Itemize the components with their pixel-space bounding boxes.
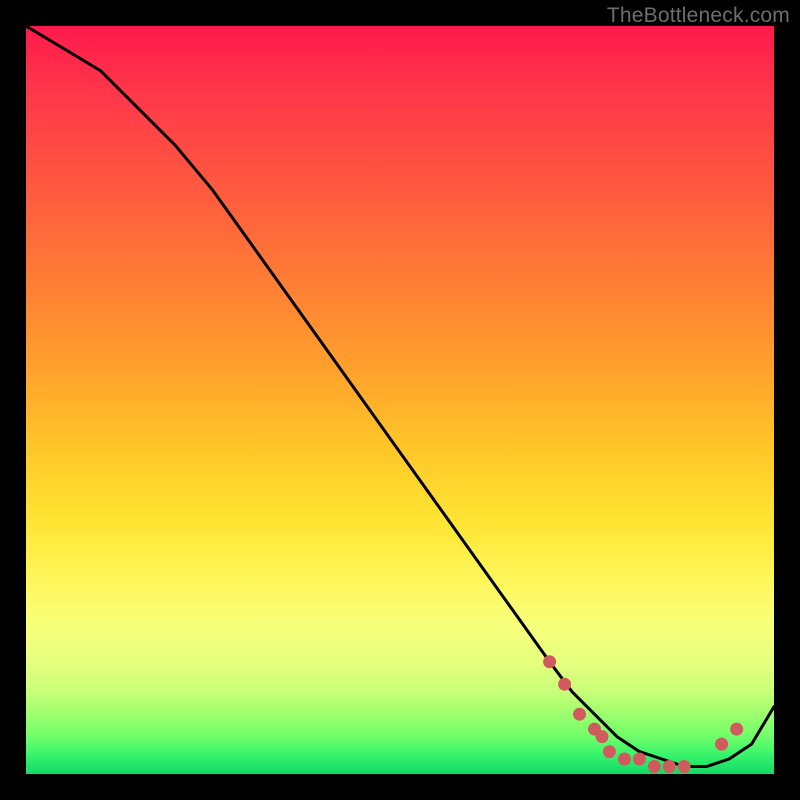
watermark-text: TheBottleneck.com (607, 4, 790, 28)
bottleneck-marker (678, 760, 691, 773)
bottleneck-marker (715, 738, 728, 751)
bottleneck-marker (543, 655, 556, 668)
bottleneck-marker (730, 723, 743, 736)
chart-frame: TheBottleneck.com (0, 0, 800, 800)
bottleneck-marker (633, 753, 646, 766)
bottleneck-marker (588, 723, 601, 736)
bottleneck-marker (618, 753, 631, 766)
bottleneck-marker (558, 678, 571, 691)
bottleneck-marker (648, 760, 661, 773)
plot-area (26, 26, 774, 774)
curve-layer (26, 26, 774, 774)
bottleneck-marker (596, 730, 609, 743)
bottleneck-marker (573, 708, 586, 721)
bottleneck-marker (663, 760, 676, 773)
marker-group (543, 655, 743, 773)
bottleneck-curve (26, 26, 774, 767)
bottleneck-marker (603, 745, 616, 758)
